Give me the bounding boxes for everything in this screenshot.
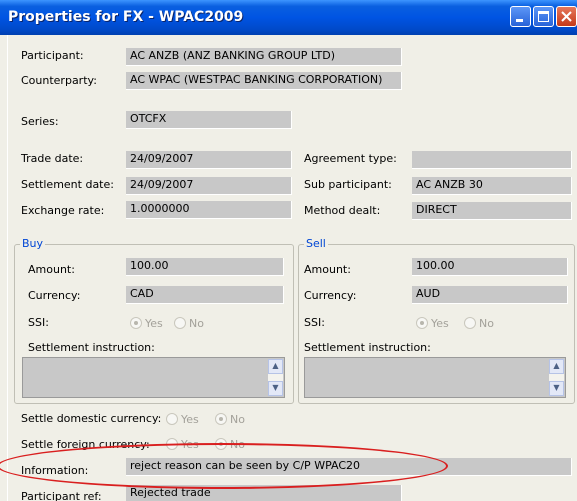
method-dealt-label: Method dealt: — [304, 204, 381, 217]
properties-panel: Participant: AC ANZB (ANZ BANKING GROUP … — [7, 35, 577, 501]
scroll-up-icon[interactable]: ▲ — [549, 359, 564, 374]
series-label: Series: — [21, 115, 59, 128]
settle-domestic-yes-label: Yes — [181, 413, 199, 426]
sell-scrollbar[interactable]: ▲ ▼ — [549, 359, 564, 396]
scroll-down-icon[interactable]: ▼ — [268, 381, 283, 396]
buy-legend: Buy — [20, 237, 46, 250]
title-bar[interactable]: Properties for FX - WPAC2009 — [0, 0, 577, 35]
sell-ssi-no-label: No — [479, 317, 494, 330]
buy-ssi-yes-label: Yes — [145, 317, 163, 330]
sell-legend: Sell — [304, 237, 328, 250]
trade-date-field[interactable]: 24/09/2007 — [126, 151, 292, 169]
exchange-rate-label: Exchange rate: — [21, 204, 105, 217]
highlight-ellipse — [0, 443, 448, 489]
scroll-down-icon[interactable]: ▼ — [549, 381, 564, 396]
sell-ssi-label: SSI: — [304, 316, 325, 329]
buy-ssi-yes-radio[interactable] — [130, 317, 142, 329]
maximize-button[interactable] — [533, 6, 554, 27]
sell-ssi-no-radio[interactable] — [464, 317, 476, 329]
counterparty-field[interactable]: AC WPAC (WESTPAC BANKING CORPORATION) — [126, 72, 402, 90]
buy-amount-label: Amount: — [28, 263, 75, 276]
sell-settlement-instruction-textarea[interactable]: ▲ ▼ — [304, 357, 566, 398]
sub-participant-field[interactable]: AC ANZB 30 — [412, 177, 572, 195]
participant-field[interactable]: AC ANZB (ANZ BANKING GROUP LTD) — [126, 48, 402, 66]
buy-settlement-instruction-label: Settlement instruction: — [28, 341, 155, 354]
maximize-icon — [538, 11, 549, 22]
buy-ssi-label: SSI: — [28, 316, 49, 329]
sell-settlement-instruction-label: Settlement instruction: — [304, 341, 431, 354]
buy-settlement-instruction-textarea[interactable]: ▲ ▼ — [22, 357, 285, 398]
close-button[interactable] — [556, 6, 577, 27]
exchange-rate-field[interactable]: 1.0000000 — [126, 201, 292, 219]
sell-currency-field[interactable]: AUD — [412, 286, 568, 304]
method-dealt-field[interactable]: DIRECT — [412, 202, 572, 220]
buy-currency-field[interactable]: CAD — [126, 286, 284, 304]
sell-amount-field[interactable]: 100.00 — [412, 258, 568, 276]
sell-ssi-yes-label: Yes — [431, 317, 449, 330]
settle-domestic-no-label: No — [230, 413, 245, 426]
trade-date-label: Trade date: — [21, 152, 84, 165]
properties-window: Properties for FX - WPAC2009 Participant… — [0, 0, 577, 501]
buy-amount-field[interactable]: 100.00 — [126, 258, 284, 276]
settle-domestic-label: Settle domestic currency: — [21, 412, 162, 425]
sell-amount-label: Amount: — [304, 263, 351, 276]
window-title: Properties for FX - WPAC2009 — [8, 9, 244, 25]
buy-scrollbar[interactable]: ▲ ▼ — [268, 359, 283, 396]
sell-currency-label: Currency: — [304, 289, 357, 302]
participant-ref-label: Participant ref: — [21, 490, 102, 501]
settlement-date-label: Settlement date: — [21, 178, 114, 191]
agreement-type-label: Agreement type: — [304, 152, 397, 165]
buy-ssi-no-label: No — [189, 317, 204, 330]
settlement-date-field[interactable]: 24/09/2007 — [126, 177, 292, 195]
settle-domestic-yes-radio[interactable] — [166, 413, 178, 425]
close-icon — [561, 11, 572, 22]
settle-domestic-no-radio[interactable] — [215, 413, 227, 425]
sell-ssi-yes-radio[interactable] — [416, 317, 428, 329]
series-field[interactable]: OTCFX — [126, 111, 292, 129]
minimize-button[interactable] — [510, 6, 531, 27]
sub-participant-label: Sub participant: — [304, 178, 392, 191]
participant-label: Participant: — [21, 49, 84, 62]
counterparty-label: Counterparty: — [21, 74, 97, 87]
buy-currency-label: Currency: — [28, 289, 81, 302]
agreement-type-field[interactable] — [412, 151, 572, 169]
buy-ssi-no-radio[interactable] — [174, 317, 186, 329]
minimize-icon — [516, 19, 523, 22]
scroll-up-icon[interactable]: ▲ — [268, 359, 283, 374]
